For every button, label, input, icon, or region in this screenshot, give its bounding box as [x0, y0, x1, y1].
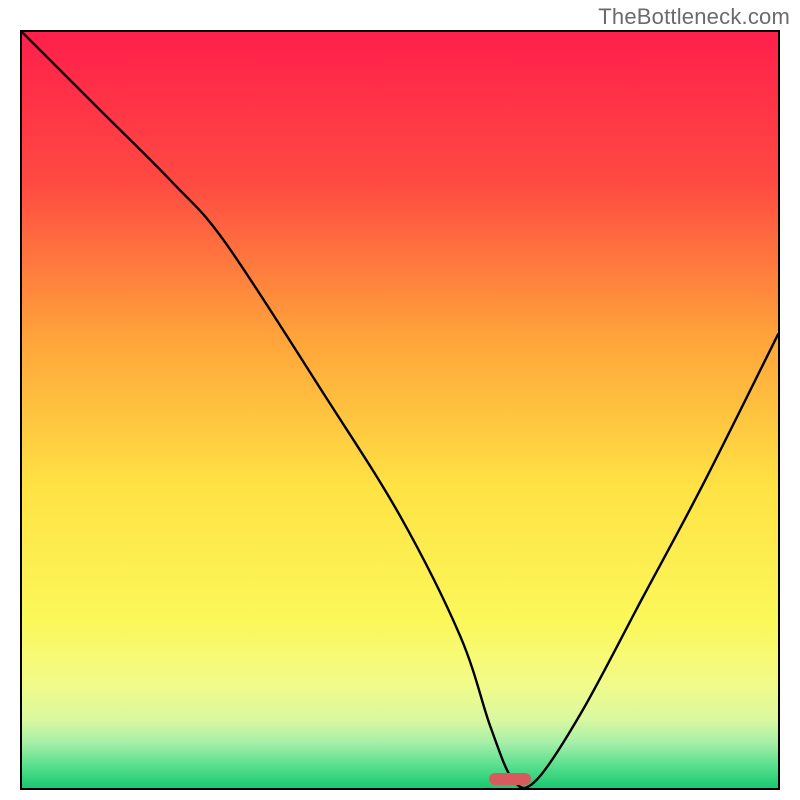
plot-frame	[20, 30, 780, 790]
background-gradient	[22, 32, 778, 788]
chart-stage: TheBottleneck.com	[0, 0, 800, 800]
optimal-region-marker	[489, 773, 531, 785]
watermark-text: TheBottleneck.com	[598, 4, 790, 30]
